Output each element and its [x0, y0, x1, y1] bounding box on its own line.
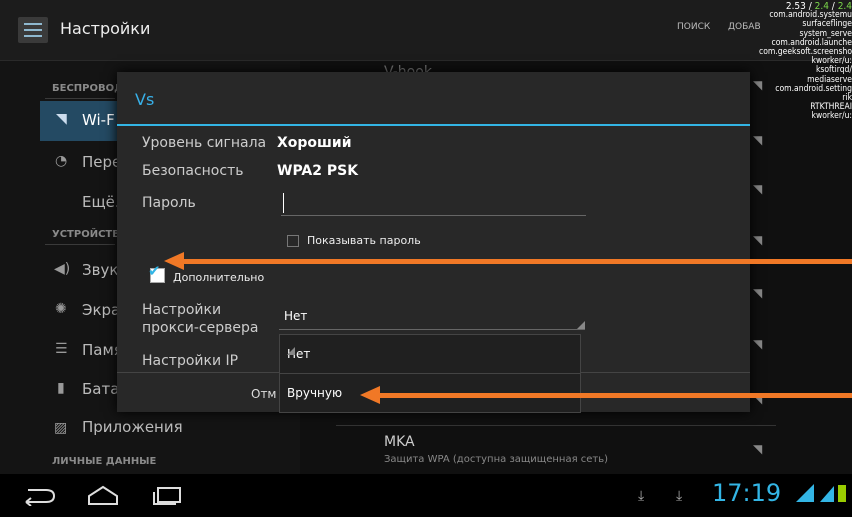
text-cursor — [283, 193, 284, 213]
dialog-title: Vs — [135, 90, 155, 109]
arrowhead-icon — [164, 252, 184, 270]
section-header-personal: ЛИЧНЫЕ ДАННЫЕ — [52, 456, 157, 467]
dropdown-option-none[interactable]: Нет — [280, 335, 580, 373]
debug-process-overlay: 2.53 / 2.4 / 2.4 com.android.systemu sur… — [735, 1, 852, 122]
brightness-icon: ✺ — [55, 301, 67, 317]
settings-app-icon[interactable] — [18, 17, 48, 43]
home-icon[interactable] — [85, 484, 121, 506]
section-header-wireless: БЕСПРОВОД — [52, 83, 124, 94]
password-input[interactable] — [281, 193, 586, 216]
proxy-label-line2: прокси-сервера — [142, 320, 259, 336]
battery-icon: ▮ — [57, 380, 65, 396]
divider — [45, 244, 115, 245]
wifi-status-icon — [796, 484, 814, 502]
advanced-label[interactable]: Дополнительно — [173, 271, 264, 284]
dropdown-option-label: Вручную — [287, 386, 343, 400]
recent-apps-icon[interactable] — [150, 484, 186, 506]
search-button[interactable]: ПОИСК — [677, 22, 710, 32]
password-label: Пароль — [142, 195, 196, 211]
signal-label: Уровень сигнала — [142, 135, 267, 151]
checkmark-icon: ✔ — [148, 262, 161, 280]
proxy-select[interactable]: Нет — [279, 307, 585, 330]
download-icon: ⤓ — [676, 488, 683, 504]
annotation-arrow-manual — [378, 393, 852, 398]
wifi-signal-icon: ◥ — [753, 337, 763, 351]
sidebar-item-more[interactable]: Ещё. — [82, 193, 120, 211]
show-password-label[interactable]: Показывать пароль — [307, 234, 421, 247]
security-label: Безопасность — [142, 163, 244, 179]
battery-status-icon — [838, 485, 846, 502]
process-line: com.android.setting — [775, 83, 852, 94]
show-password-checkbox[interactable] — [287, 235, 299, 247]
arrowhead-icon — [360, 386, 380, 404]
data-usage-icon: ◔ — [55, 153, 68, 169]
dialog-title-divider — [117, 124, 750, 126]
wifi-signal-icon: ◥ — [753, 286, 763, 300]
sound-icon: ◀) — [54, 261, 71, 277]
wifi-connect-dialog: Vs Уровень сигнала Хороший Безопасность … — [117, 72, 750, 413]
signal-status-icon — [820, 486, 834, 502]
sidebar-item-sound[interactable]: Звук — [82, 261, 118, 279]
proxy-select-value: Нет — [284, 309, 308, 323]
cancel-button[interactable]: Отм — [251, 387, 277, 401]
divider — [336, 425, 776, 426]
divider — [45, 98, 115, 99]
ip-settings-label: Настройки IP — [142, 353, 239, 369]
apps-icon: ▨ — [54, 420, 68, 436]
wifi-signal-icon: ◥ — [753, 133, 763, 147]
app-title: Настройки — [60, 19, 151, 38]
sidebar-item-apps[interactable]: Приложения — [82, 418, 183, 436]
annotation-arrow-advanced — [180, 259, 852, 264]
wifi-signal-icon: ◥ — [753, 233, 763, 247]
process-line: kworker/u: — [811, 111, 852, 122]
network-security-mka: Защита WPA (доступна защищенная сеть) — [384, 454, 609, 465]
dropdown-triangle-icon — [287, 347, 295, 355]
clock: 17:19 — [712, 479, 782, 507]
signal-value: Хороший — [277, 135, 352, 151]
wifi-signal-icon: ◥ — [753, 442, 763, 456]
sidebar-item-battery[interactable]: Бата — [82, 380, 119, 398]
section-header-device: УСТРОЙСТВ — [52, 229, 120, 240]
back-icon[interactable] — [20, 484, 60, 506]
ip-settings-dropdown-popup: Нет Вручную — [279, 334, 581, 413]
storage-icon: ☰ — [55, 341, 68, 357]
proxy-label-line1: Настройки — [142, 302, 222, 318]
dropdown-triangle-icon — [577, 321, 585, 329]
network-name-mka[interactable]: MKA — [384, 434, 415, 450]
sidebar-item-screen[interactable]: Экра — [82, 301, 120, 319]
wifi-icon: ◥ — [56, 111, 67, 127]
security-value: WPA2 PSK — [277, 163, 359, 179]
sidebar-item-data-usage[interactable]: Пере — [82, 153, 121, 171]
wifi-signal-icon: ◥ — [753, 182, 763, 196]
download-icon: ⤓ — [638, 488, 645, 504]
sidebar-item-wifi-label: Wi-F — [82, 111, 115, 129]
